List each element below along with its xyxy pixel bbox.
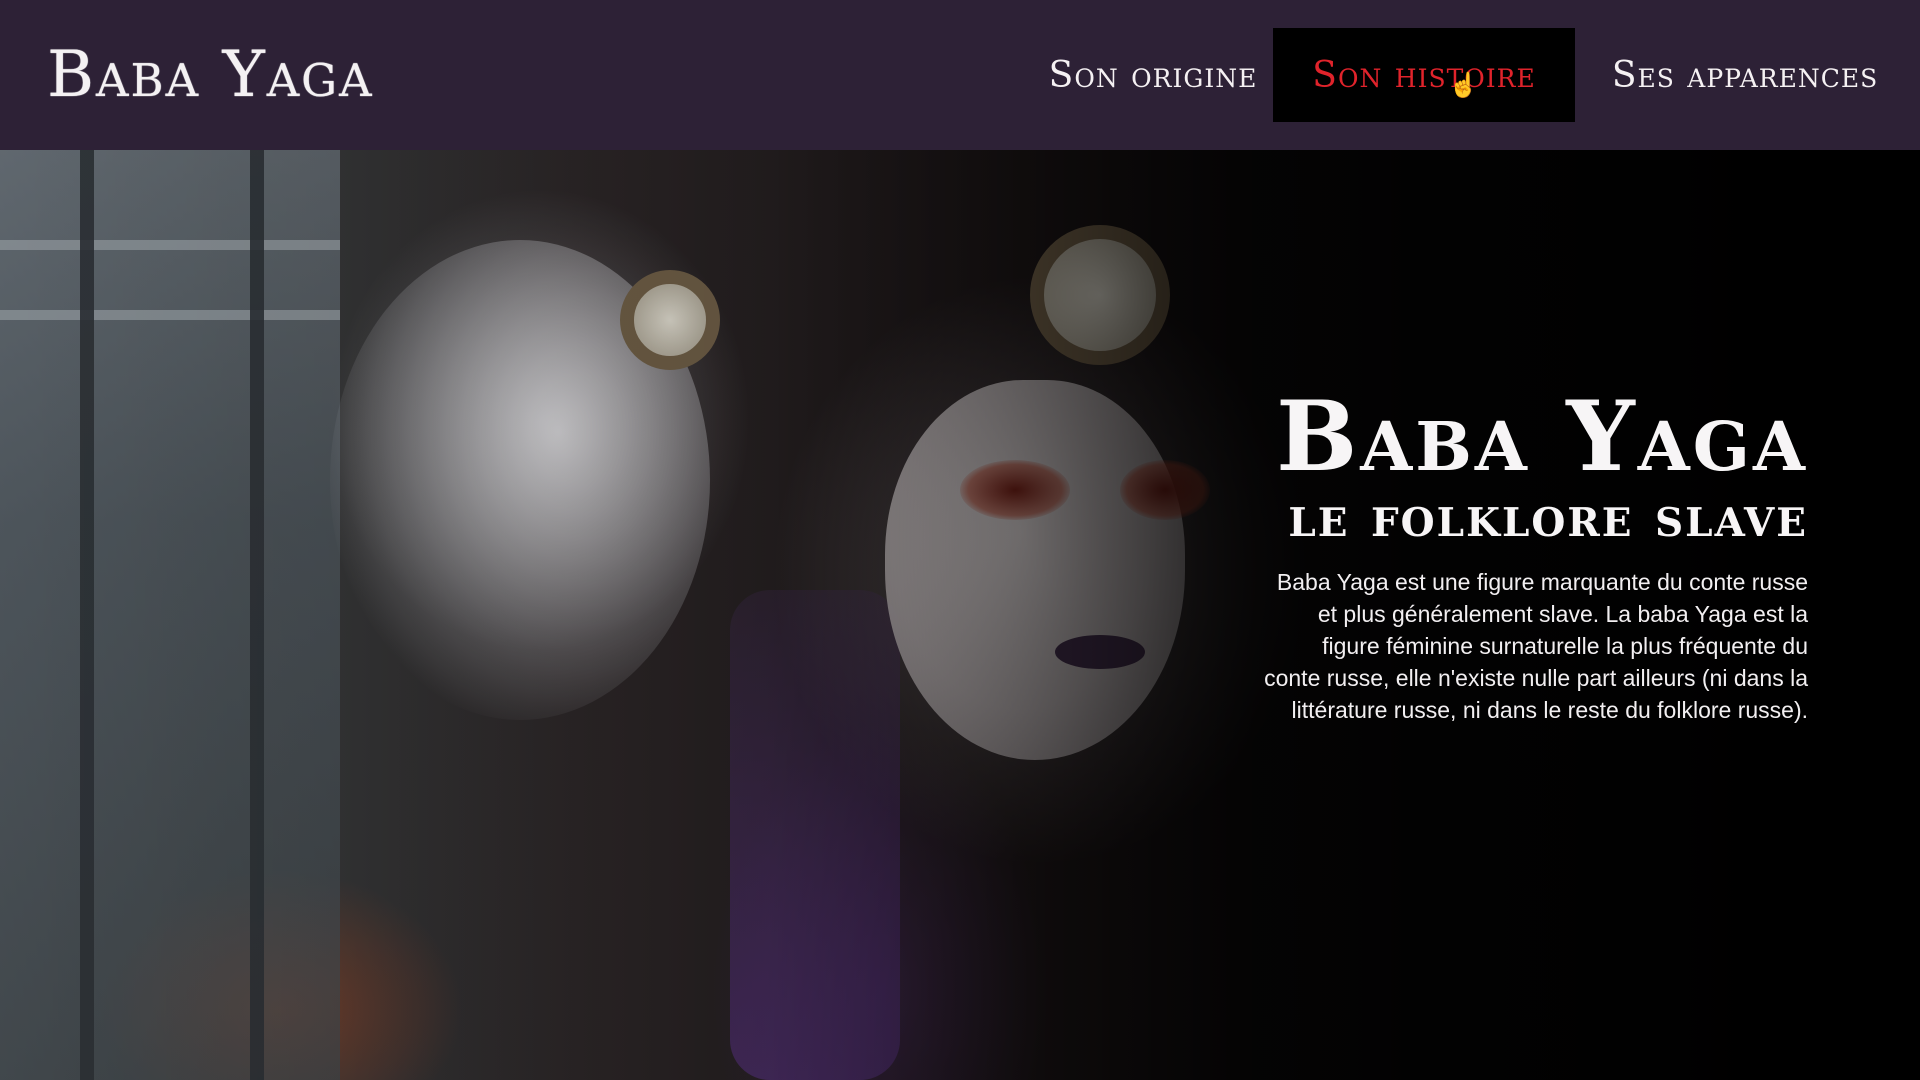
main-nav: Son origine Son histoire ☝ Ses apparence… — [1037, 28, 1920, 122]
hero-text-block: Baba Yaga le folklore slave Baba Yaga es… — [1208, 382, 1808, 726]
page: Baba Yaga Son origine Son histoire ☝ Ses… — [0, 0, 1920, 1080]
hero-title: Baba Yaga — [1276, 380, 1808, 493]
hero-section: Baba Yaga le folklore slave Baba Yaga es… — [0, 150, 1920, 1080]
nav-item-label: Son histoire — [1312, 54, 1536, 96]
nav-item-label: Son origine — [1048, 54, 1258, 96]
site-header: Baba Yaga Son origine Son histoire ☝ Ses… — [0, 0, 1920, 150]
hand-pointer-icon: ☝ — [1448, 71, 1480, 99]
nav-item-ses-apparences[interactable]: Ses apparences — [1589, 28, 1901, 122]
nav-item-label: Ses apparences — [1611, 54, 1879, 96]
site-logo[interactable]: Baba Yaga — [47, 30, 374, 120]
nav-item-son-histoire[interactable]: Son histoire ☝ — [1273, 28, 1575, 122]
hero-description: Baba Yaga est une figure marquante du co… — [1264, 569, 1808, 723]
hero-subtitle: le folklore slave — [1288, 484, 1808, 550]
nav-item-son-origine[interactable]: Son origine — [1037, 28, 1269, 122]
